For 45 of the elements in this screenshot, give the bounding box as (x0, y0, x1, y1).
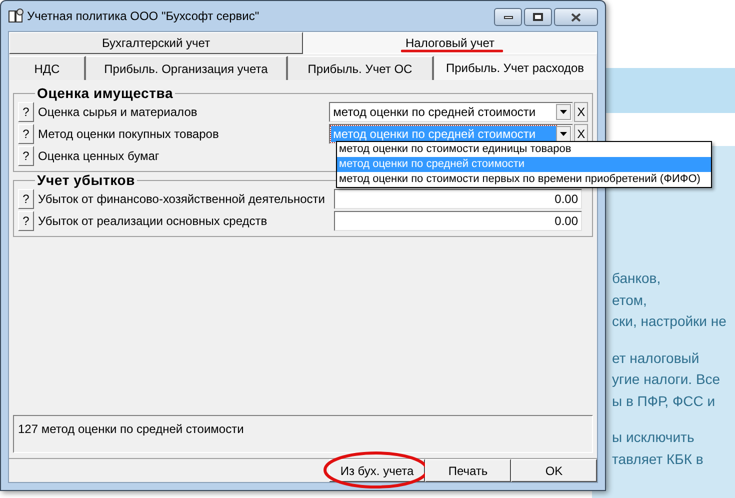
dialog-button[interactable]: Печать (425, 459, 511, 482)
caret-icon (556, 104, 572, 120)
main-tab[interactable]: Налоговый учет (303, 32, 597, 54)
page-text: етом, (612, 290, 648, 310)
number-field[interactable]: 0.00 (334, 211, 582, 231)
window-title: Учетная политика ООО "Бухсофт сервис" (27, 8, 260, 25)
sub-tab[interactable]: Прибыль. Организация учета (86, 56, 288, 80)
select-value: метод оценки по средней стоимости (332, 104, 537, 120)
page-text: ски, настройки не (612, 312, 728, 331)
maximize-button[interactable] (524, 8, 552, 26)
close-button[interactable] (554, 8, 598, 26)
sub-tab[interactable]: НДС (10, 56, 86, 80)
minimize-button[interactable] (494, 8, 522, 26)
field-label: Убыток от финансово-хозяйственной деятельности (38, 191, 326, 208)
field-label: Убыток от реализации основных средств (38, 213, 268, 230)
page-text: ы в ПФР, ФСС и (612, 392, 716, 410)
help-button[interactable]: ? (18, 146, 34, 166)
main-tab[interactable]: Бухгалтерский учет (9, 32, 303, 54)
sub-tab[interactable]: Прибыль. Учет ОС (288, 56, 434, 80)
dropdown-option[interactable]: метод оценки по стоимости единицы товаров (337, 142, 711, 157)
clear-button[interactable]: X (574, 102, 588, 122)
dialog-button[interactable]: OK (511, 459, 597, 482)
field-label: Оценка сырья и материалов (38, 104, 198, 121)
dialog-button[interactable]: Из бух. учета (329, 459, 425, 482)
dropdown-option[interactable]: метод оценки по стоимости первых по времени приобретений (ФИФО) (337, 172, 711, 187)
description-panel: 127 метод оценки по средней стоимости (13, 415, 593, 453)
close-icon (571, 12, 581, 22)
select-value: метод оценки по средней стоимости (331, 126, 556, 142)
help-button[interactable]: ? (18, 211, 34, 231)
book-icon (8, 8, 24, 24)
page-text: ет налоговый (612, 348, 700, 368)
page-text: угие налоги. Все (612, 370, 722, 389)
page-text: банков, (612, 269, 662, 288)
number-field[interactable]: 0.00 (334, 189, 582, 209)
group-title: Учет убытков (36, 173, 136, 187)
field-label: Оценка ценных бумаг (38, 148, 160, 165)
help-button[interactable]: ? (18, 189, 34, 209)
select-field[interactable]: метод оценки по средней стоимости (329, 102, 574, 122)
group-title: Оценка имущества (36, 86, 174, 100)
sub-tab[interactable]: Прибыль. Учет расходов (434, 56, 596, 80)
help-button[interactable]: ? (18, 102, 34, 122)
field-label: Метод оценки покупных товаров (38, 126, 220, 143)
help-button[interactable]: ? (18, 124, 34, 144)
page-text: ы исключить (612, 428, 696, 447)
page-text: тавляет КБК в (612, 450, 704, 468)
